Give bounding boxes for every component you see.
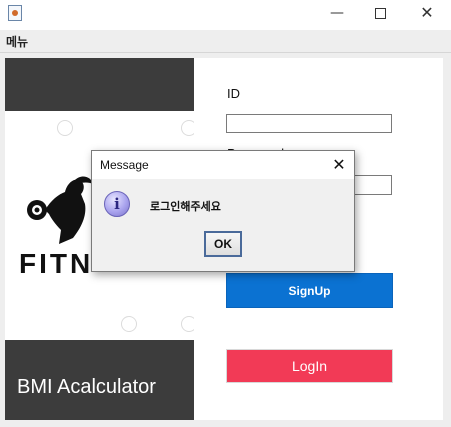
watermark-icon (181, 316, 194, 332)
dark-banner-bottom: BMI Acalculator (5, 340, 194, 420)
window-titlebar: — ✕ (0, 0, 451, 28)
menubar: 메뉴 (0, 30, 451, 53)
minimize-icon: — (330, 5, 344, 21)
menu-item-menu[interactable]: 메뉴 (6, 33, 28, 50)
maximize-icon (374, 7, 386, 19)
close-window-button[interactable]: ✕ (404, 0, 450, 28)
dialog-close-button[interactable]: ✕ (328, 154, 350, 176)
maximize-button[interactable] (357, 0, 403, 28)
info-icon: i (104, 191, 130, 217)
close-icon: ✕ (332, 155, 346, 174)
message-dialog: Message ✕ i 로그인해주세요 OK (91, 150, 355, 272)
watermark-icon (181, 120, 194, 136)
id-input[interactable] (226, 114, 392, 133)
watermark-icon (57, 120, 73, 136)
login-button[interactable]: LogIn (226, 349, 393, 383)
fitness-logo-text: FITN (19, 248, 94, 279)
ok-button[interactable]: OK (204, 231, 242, 257)
watermark-icon (121, 316, 137, 332)
dialog-title: Message (100, 158, 149, 172)
dark-banner-top (5, 58, 194, 111)
java-app-icon (8, 5, 22, 21)
close-icon: ✕ (420, 3, 434, 22)
id-label: ID (227, 86, 240, 101)
minimize-button[interactable]: — (314, 0, 360, 28)
dialog-titlebar: Message ✕ (92, 151, 354, 179)
signup-button[interactable]: SignUp (226, 273, 393, 308)
dialog-message: 로그인해주세요 (150, 200, 221, 213)
app-brand-label: BMI Acalculator (17, 376, 156, 398)
